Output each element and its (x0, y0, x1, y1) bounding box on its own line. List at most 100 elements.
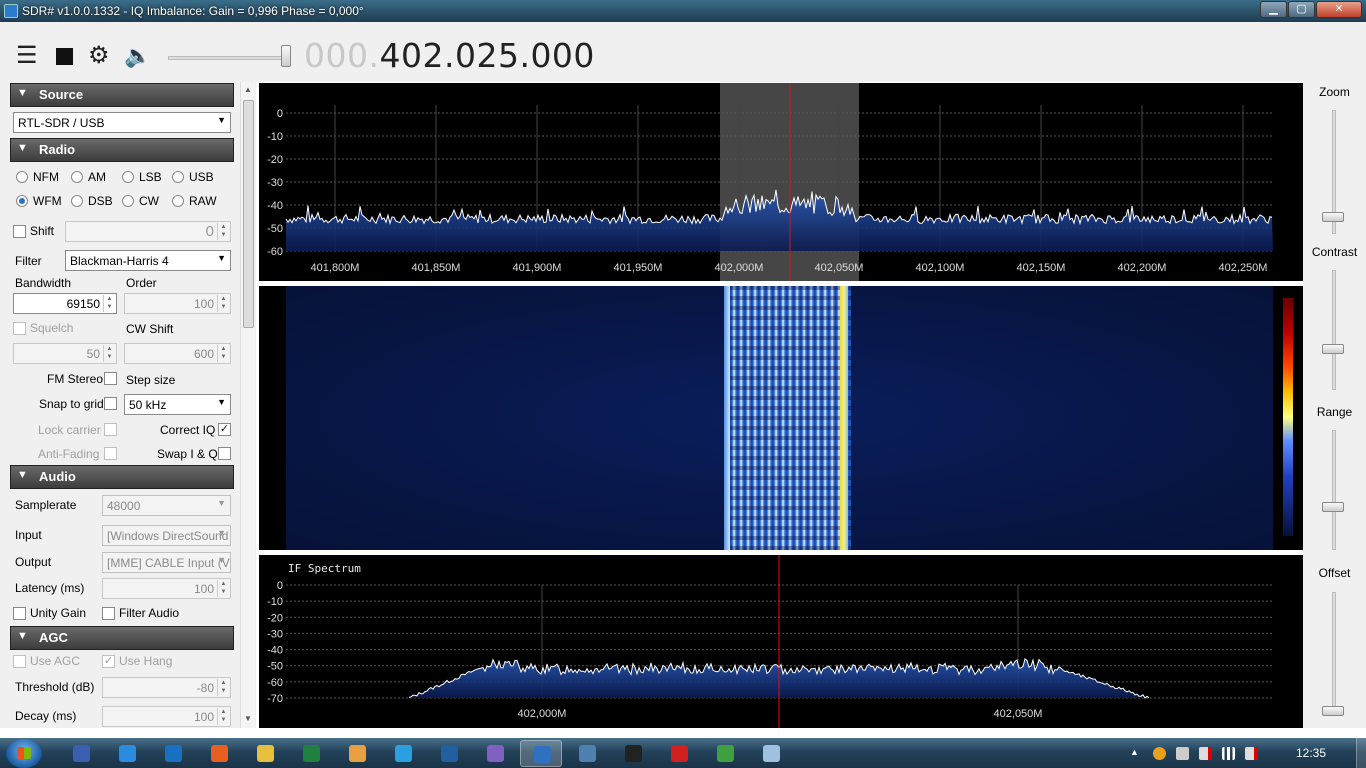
if-spectrum-plot[interactable]: 0 -10 -20 -30 -40 -50 -60 -70 402,000M 402,050M (259, 555, 1303, 728)
mode-nfm-radio[interactable] (16, 171, 28, 183)
mode-raw-radio[interactable] (172, 195, 184, 207)
mode-usb-label[interactable]: USB (189, 170, 214, 184)
audio-output-select[interactable]: [MME] CABLE Input (V ▼ (102, 552, 231, 573)
radio-section-header[interactable]: ▼ Radio (10, 138, 234, 162)
contrast-slider-track[interactable] (1332, 270, 1336, 390)
volume-slider-thumb[interactable] (281, 45, 291, 67)
threshold-spinner[interactable]: -80 ▲ ▼ (102, 677, 231, 698)
control-panel-scrollbar[interactable]: ▲ ▼ (240, 82, 255, 728)
offset-slider-thumb[interactable] (1322, 706, 1344, 716)
mode-dsb-radio[interactable] (71, 195, 83, 207)
unity-gain-checkbox[interactable] (13, 607, 26, 620)
source-section-header[interactable]: ▼ Source (10, 83, 234, 107)
squelch-spinner[interactable]: 50 ▲ ▼ (13, 343, 117, 364)
taskbar-app-viber[interactable] (474, 740, 516, 767)
volume-muted-icon[interactable] (1245, 747, 1258, 760)
offset-slider-track[interactable] (1332, 592, 1336, 716)
zoom-slider-thumb[interactable] (1322, 212, 1344, 222)
mode-lsb-radio[interactable] (122, 171, 134, 183)
contrast-slider-thumb[interactable] (1322, 344, 1344, 354)
audio-section-header[interactable]: ▼ Audio (10, 465, 234, 489)
taskbar-app-excel[interactable] (290, 740, 332, 767)
tray-app-sun-icon[interactable] (1153, 747, 1166, 760)
bandwidth-spinner[interactable]: 69150 ▲ ▼ (13, 293, 117, 314)
fm-stereo-checkbox[interactable] (104, 372, 117, 385)
show-hidden-icons-icon[interactable]: ▲ (1130, 747, 1143, 760)
tray-app-window-icon[interactable] (1176, 747, 1189, 760)
scroll-down-arrow-icon[interactable]: ▼ (244, 714, 252, 723)
taskbar-clock[interactable]: 12:35 (1296, 746, 1326, 760)
maximize-button[interactable]: ▢ (1288, 1, 1315, 18)
mode-raw-label[interactable]: RAW (189, 194, 217, 208)
range-slider-track[interactable] (1332, 430, 1336, 550)
gear-icon[interactable]: ⚙ (88, 44, 110, 68)
source-device-select[interactable]: RTL-SDR / USB ▼ (13, 112, 231, 133)
use-agc-checkbox[interactable] (13, 655, 26, 668)
taskbar-app-file-explorer[interactable] (244, 740, 286, 767)
correct-iq-checkbox[interactable]: ✓ (218, 423, 231, 436)
scrollbar-thumb[interactable] (243, 100, 254, 328)
mode-wfm-label[interactable]: WFM (33, 194, 62, 208)
taskbar-app-sdrsharp[interactable] (520, 740, 562, 767)
taskbar-app-outlook[interactable] (152, 740, 194, 767)
mode-am-radio[interactable] (71, 171, 83, 183)
start-button[interactable] (6, 739, 42, 768)
mode-usb-radio[interactable] (172, 171, 184, 183)
shift-checkbox[interactable] (13, 225, 26, 238)
speaker-icon[interactable]: 🔈 (124, 44, 151, 68)
mode-lsb-label[interactable]: LSB (139, 170, 162, 184)
mode-cw-radio[interactable] (122, 195, 134, 207)
mode-wfm-radio[interactable] (16, 195, 28, 207)
frequency-digits[interactable]: 402.025.000 (379, 36, 594, 75)
if-spectrum-panel[interactable]: 0 -10 -20 -30 -40 -50 -60 -70 402,000M 402,050M I… (259, 555, 1303, 728)
spectrum-analyzer[interactable]: 0 -10 -20 -30 -40 -50 -60 401,800M 401,850M 401,9… (259, 83, 1303, 281)
taskbar-app-internet-explorer[interactable] (106, 740, 148, 767)
stop-icon[interactable] (56, 48, 73, 65)
network-signal-icon[interactable] (1222, 747, 1235, 760)
swap-iq-checkbox[interactable] (218, 447, 231, 460)
close-button[interactable]: ✕ (1316, 1, 1362, 18)
cw-shift-spinner[interactable]: 600 ▲ ▼ (124, 343, 231, 364)
snap-to-grid-checkbox[interactable] (104, 397, 117, 410)
taskbar-app-sticky-app[interactable] (336, 740, 378, 767)
mode-cw-label[interactable]: CW (139, 194, 159, 208)
taskbar-app-dialog[interactable] (566, 740, 608, 767)
lock-carrier-checkbox[interactable] (104, 423, 117, 436)
step-size-select[interactable]: 50 kHz ▼ (124, 394, 231, 415)
taskbar-app-save[interactable] (60, 740, 102, 767)
filter-select[interactable]: Blackman-Harris 4 ▼ (65, 250, 231, 271)
volume-slider-track[interactable] (168, 56, 288, 60)
taskbar-app-skype[interactable] (382, 740, 424, 767)
frequency-display[interactable]: 000.402.025.000 (304, 36, 595, 75)
taskbar-app-map-app[interactable] (704, 740, 746, 767)
frequency-leading-digits[interactable]: 000. (304, 36, 379, 75)
use-hang-checkbox[interactable]: ✓ (102, 655, 115, 668)
decay-spinner[interactable]: 100 ▲ ▼ (102, 706, 231, 727)
squelch-checkbox[interactable] (13, 322, 26, 335)
range-slider-thumb[interactable] (1322, 502, 1344, 512)
scroll-up-arrow-icon[interactable]: ▲ (244, 85, 252, 94)
spectrum-plot[interactable]: 0 -10 -20 -30 -40 -50 -60 401,800M 401,850M 401,9… (259, 83, 1303, 281)
hamburger-menu-icon[interactable]: ☰ (16, 44, 38, 68)
samplerate-select[interactable]: 48000 ▼ (102, 495, 231, 516)
mode-nfm-label[interactable]: NFM (33, 170, 59, 184)
action-center-flag-icon[interactable] (1199, 747, 1212, 760)
minimize-button[interactable]: ▁ (1260, 1, 1287, 18)
mode-dsb-label[interactable]: DSB (88, 194, 113, 208)
taskbar-app-pdf-reader[interactable] (658, 740, 700, 767)
agc-section-header[interactable]: ▼ AGC (10, 626, 234, 650)
taskbar-app-cmd[interactable] (612, 740, 654, 767)
taskbar-app-firefox[interactable] (198, 740, 240, 767)
filter-audio-checkbox[interactable] (102, 607, 115, 620)
waterfall-display[interactable] (259, 286, 1303, 550)
show-desktop-button[interactable] (1356, 738, 1366, 768)
anti-fading-checkbox[interactable] (104, 447, 117, 460)
order-spinner[interactable]: 100 ▲ ▼ (124, 293, 231, 314)
taskbar-app-notepad[interactable] (750, 740, 792, 767)
shift-spinner[interactable]: 0 ▲ ▼ (65, 221, 231, 242)
latency-spinner[interactable]: 100 ▲ ▼ (102, 578, 231, 599)
anti-fading-label: Anti-Fading (38, 447, 100, 461)
mode-am-label[interactable]: AM (88, 170, 106, 184)
taskbar-app-security-shield[interactable] (428, 740, 470, 767)
audio-input-select[interactable]: [Windows DirectSound ▼ (102, 525, 231, 546)
